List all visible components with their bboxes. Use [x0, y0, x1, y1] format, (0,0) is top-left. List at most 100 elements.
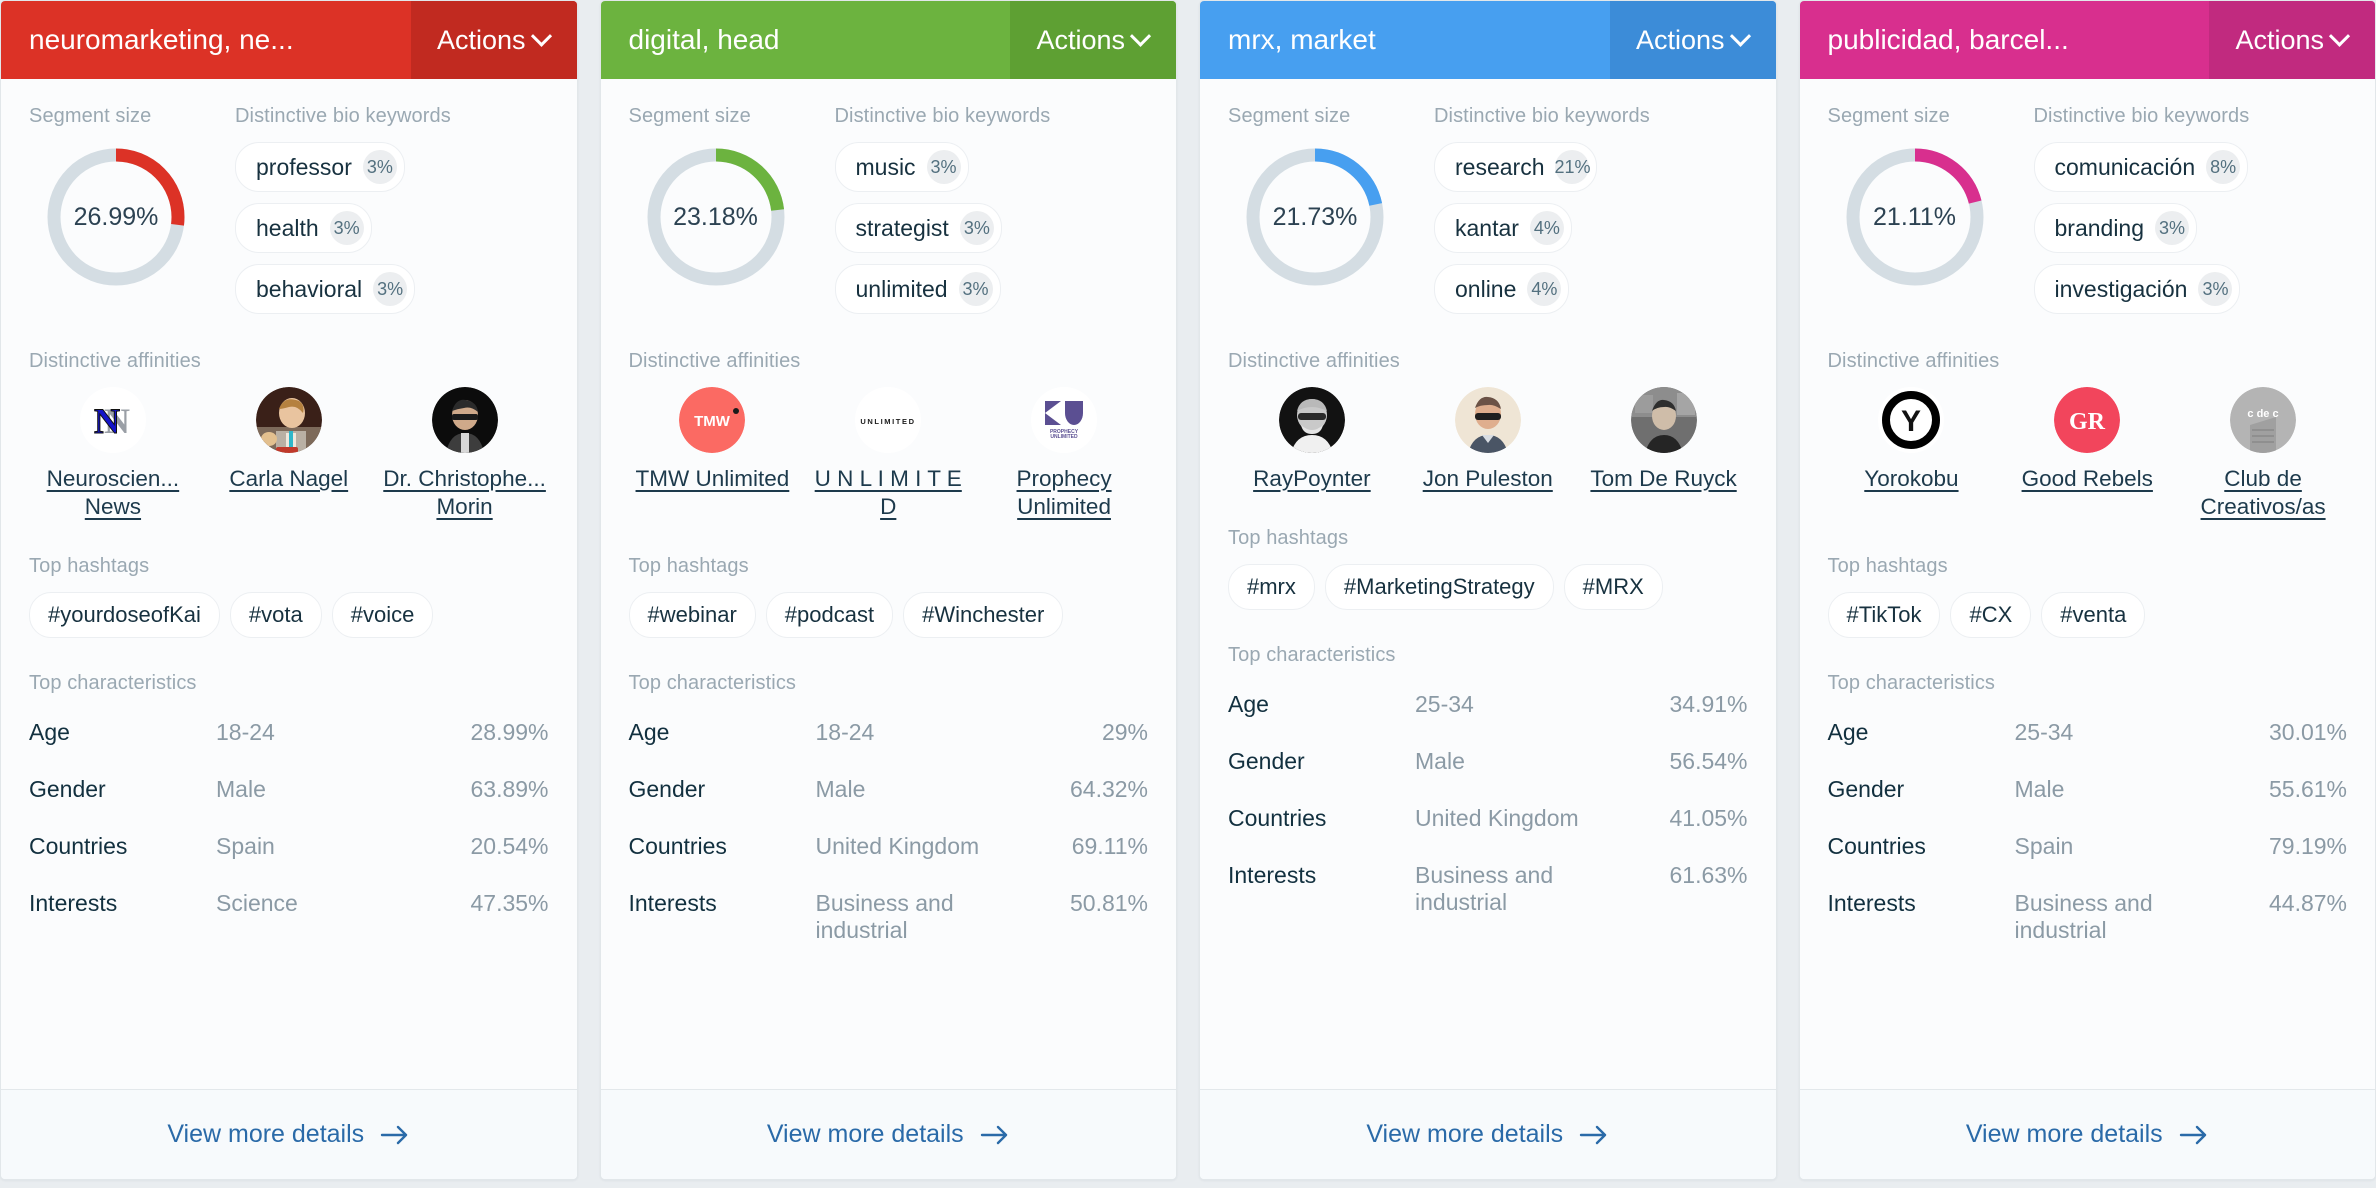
affinity-name[interactable]: TMW Unlimited [636, 465, 790, 493]
characteristic-key: Interests [1827, 890, 1916, 917]
characteristic-percent: 55.61% [2268, 776, 2347, 803]
characteristic-key: Gender [628, 776, 706, 803]
characteristic-key: Age [628, 719, 670, 746]
affinity-item[interactable]: RayPoynter [1228, 387, 1396, 493]
table-row: Countries United Kingdom 69.11% [629, 823, 1149, 880]
hashtags-list: #mrx #MarketingStrategy #MRX [1228, 564, 1748, 611]
characteristic-key: Gender [1827, 776, 1905, 803]
bio-keyword-chip[interactable]: strategist 3% [834, 203, 1002, 253]
bio-keyword-percent: 8% [2206, 150, 2241, 184]
hashtag-chip[interactable]: #TikTok [1827, 592, 1941, 639]
affinity-item[interactable]: PROPHECY UNLIMITED Prophecy Unlimited [980, 387, 1148, 521]
hashtag-chip[interactable]: #MarketingStrategy [1324, 564, 1554, 611]
view-more-details-label: View more details [1366, 1120, 1564, 1148]
affinity-name[interactable]: Club de Creativos/as [2179, 465, 2347, 521]
affinity-name[interactable]: RayPoynter [1253, 465, 1371, 493]
card-title-link[interactable]: digital, head [601, 1, 1011, 79]
hashtag-chip[interactable]: #CX [1950, 592, 2032, 639]
card-title[interactable]: digital, head [629, 25, 780, 56]
bio-keyword-chip[interactable]: comunicación 8% [2033, 142, 2249, 192]
bio-keywords-label: Distinctive bio keywords [834, 105, 1051, 127]
view-more-details-button[interactable]: View more details [1799, 1089, 2375, 1179]
card-header: neuromarketing, ne... Actions [1, 1, 577, 79]
hashtag-chip[interactable]: #mrx [1228, 564, 1315, 611]
card-title[interactable]: publicidad, barcel... [1828, 25, 2069, 56]
affinity-name[interactable]: Good Rebels [2022, 465, 2153, 493]
hashtag-chip[interactable]: #webinar [628, 592, 756, 639]
characteristic-key: Countries [1228, 805, 1327, 832]
affinity-item[interactable]: Jon Puleston [1404, 387, 1572, 493]
affinity-name[interactable]: U N L I M I T E D [804, 465, 972, 521]
characteristic-percent: 29% [1101, 719, 1148, 746]
bio-keyword-chip[interactable]: unlimited 3% [834, 264, 1001, 314]
hashtag-chip[interactable]: #vota [229, 592, 322, 639]
affinity-name[interactable]: Carla Nagel [229, 465, 348, 493]
card-title-link[interactable]: neuromarketing, ne... [1, 1, 411, 79]
bio-keyword-chip[interactable]: music 3% [834, 142, 969, 192]
segment-size-donut: 23.18% [641, 142, 791, 292]
affinity-name[interactable]: Prophecy Unlimited [980, 465, 1148, 521]
segment-card: digital, head Actions Segment size 23.18… [599, 0, 1177, 1180]
actions-button[interactable]: Actions [2209, 1, 2375, 79]
characteristic-key: Age [1228, 691, 1269, 718]
tom-de-ruyck-avatar [1630, 387, 1697, 453]
affinity-item[interactable]: GR Good Rebels [2003, 387, 2171, 521]
bio-keyword-chip[interactable]: health 3% [235, 203, 372, 253]
view-more-details-button[interactable]: View more details [1, 1089, 577, 1179]
actions-button[interactable]: Actions [410, 1, 577, 79]
characteristic-value: 25-34 [2014, 719, 2074, 746]
bio-keyword-chip[interactable]: investigación 3% [2033, 264, 2241, 314]
hashtag-chip[interactable]: #podcast [765, 592, 894, 639]
card-title-link[interactable]: mrx, market [1200, 1, 1610, 79]
affinity-name[interactable]: Neuroscien... News [29, 465, 197, 521]
bio-keyword-chip[interactable]: kantar 4% [1434, 203, 1572, 253]
affinity-item[interactable]: Dr. Christophe... Morin [381, 387, 549, 521]
characteristic-value: Male [1415, 748, 1465, 775]
affinity-item[interactable]: N N Neuroscien... News [29, 387, 197, 521]
hashtag-chip[interactable]: #venta [2041, 592, 2146, 639]
actions-button[interactable]: Actions [1609, 1, 1776, 79]
bio-keywords-block: Distinctive bio keywords comunicación 8%… [2033, 105, 2348, 314]
affinities-block: Distinctive affinities Y Yorokobu GR Goo… [1828, 350, 2348, 521]
affinity-name[interactable]: Jon Puleston [1423, 465, 1553, 493]
affinities-list: TMW TMW Unlimited UNLIMITED U N L I M I … [629, 387, 1149, 521]
hashtag-chip[interactable]: #MRX [1563, 564, 1663, 611]
affinities-label: Distinctive affinities [29, 350, 201, 372]
hashtag-chip[interactable]: #voice [331, 592, 434, 639]
card-title-link[interactable]: publicidad, barcel... [1800, 1, 2210, 79]
card-title[interactable]: mrx, market [1228, 25, 1376, 56]
card-title[interactable]: neuromarketing, ne... [29, 25, 294, 56]
characteristic-percent: 47.35% [470, 890, 549, 917]
characteristic-key: Age [1827, 719, 1869, 746]
affinity-item[interactable]: c de c Club de Creativos/as [2179, 387, 2347, 521]
characteristics-table: Age 18-24 29% Gender Male 64.32% Countri… [629, 709, 1149, 964]
bio-keyword-chip[interactable]: online 4% [1434, 264, 1570, 314]
segment-size-block: Segment size 21.11% [1828, 105, 2018, 314]
bio-keyword-chip[interactable]: behavioral 3% [235, 264, 416, 314]
affinity-name[interactable]: Tom De Ruyck [1590, 465, 1736, 493]
bio-keyword-chip[interactable]: professor 3% [235, 142, 405, 192]
actions-button[interactable]: Actions [1010, 1, 1176, 79]
view-more-details-button[interactable]: View more details [600, 1089, 1176, 1179]
characteristic-percent: 34.91% [1669, 691, 1748, 718]
affinity-item[interactable]: Tom De Ruyck [1580, 387, 1748, 493]
bio-keyword-chip[interactable]: research 21% [1434, 142, 1598, 192]
bio-keywords-list: comunicación 8% branding 3% investigació… [2033, 142, 2348, 314]
table-row: Gender Male 63.89% [29, 766, 549, 823]
affinities-list: N N Neuroscien... News Carla Nagel Dr. C… [29, 387, 549, 521]
affinity-item[interactable]: Y Yorokobu [1828, 387, 1996, 521]
affinities-block: Distinctive affinities N N Neuroscien...… [29, 350, 549, 521]
bio-keyword-chip[interactable]: branding 3% [2033, 203, 2198, 253]
hashtag-chip[interactable]: #yourdoseofKai [29, 592, 220, 639]
hashtag-chip[interactable]: #Winchester [903, 592, 1064, 639]
affinity-item[interactable]: Carla Nagel [205, 387, 373, 521]
affinity-name[interactable]: Yorokobu [1864, 465, 1958, 493]
characteristic-key: Gender [1228, 748, 1305, 775]
affinity-item[interactable]: TMW TMW Unlimited [629, 387, 797, 521]
hashtags-block: Top hashtags #yourdoseofKai #vota #voice [29, 555, 549, 639]
bio-keyword-percent: 4% [1527, 272, 1562, 306]
view-more-details-button[interactable]: View more details [1200, 1089, 1776, 1179]
affinity-name[interactable]: Dr. Christophe... Morin [381, 465, 549, 521]
card-body: Segment size 23.18% Distinctive bio keyw… [601, 79, 1177, 1089]
affinity-item[interactable]: UNLIMITED U N L I M I T E D [804, 387, 972, 521]
